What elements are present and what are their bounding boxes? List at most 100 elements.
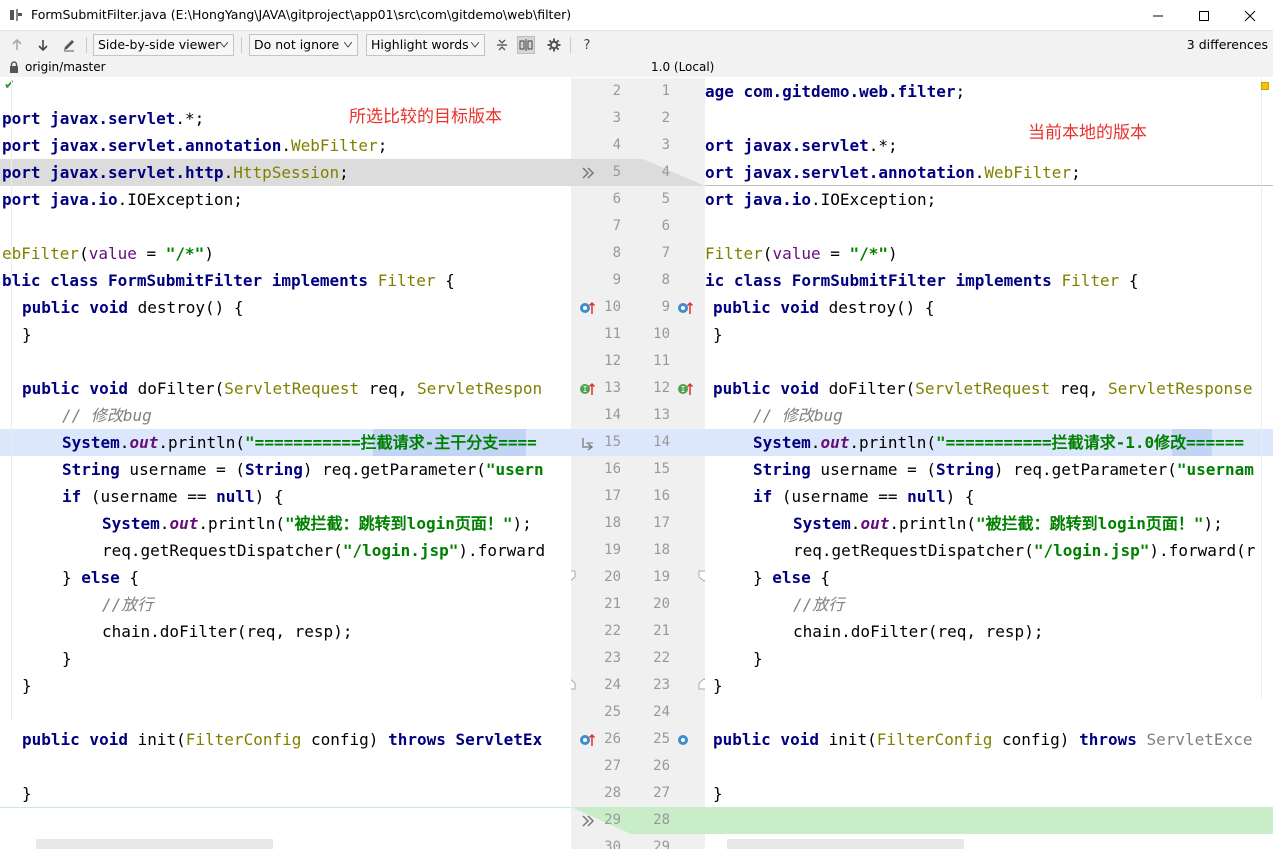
- override-method-icon[interactable]: [677, 732, 693, 748]
- code-line: String username = (String) req.getParame…: [62, 460, 544, 479]
- code-line: String username = (String) req.getParame…: [753, 460, 1254, 479]
- code-line: ort java.io.IOException;: [705, 190, 937, 209]
- difference-count: 3 differences: [1186, 37, 1268, 52]
- edit-icon[interactable]: [60, 36, 78, 54]
- code-line: public void doFilter(ServletRequest req,…: [713, 379, 1253, 398]
- apply-change-icon[interactable]: [580, 435, 596, 451]
- chevron-down-icon: [220, 42, 228, 48]
- code-line: System.out.println("被拦截：跳转到login页面！");: [102, 514, 532, 533]
- apply-change-icon[interactable]: [580, 165, 596, 181]
- code-line: public void destroy() {: [713, 298, 935, 317]
- fold-marker-icon[interactable]: [571, 570, 576, 582]
- code-line: System.out.println("===========拦截请求-1.0修…: [753, 433, 1244, 452]
- code-line: System.out.println("被拦截：跳转到login页面！");: [793, 514, 1223, 533]
- code-line: }: [22, 325, 32, 344]
- left-annotation: 所选比较的目标版本: [349, 107, 502, 127]
- fold-marker-icon[interactable]: [698, 678, 705, 690]
- code-line: req.getRequestDispatcher("/login.jsp").f…: [793, 541, 1256, 560]
- close-icon: [1244, 10, 1256, 21]
- added-line-highlight: [705, 807, 1273, 834]
- code-line: chain.doFilter(req, resp);: [102, 622, 353, 641]
- code-line: public void init(FilterConfig config) th…: [22, 730, 543, 749]
- code-line: // 修改bug: [62, 406, 152, 425]
- right-revision-label: 1.0 (Local): [651, 60, 715, 74]
- override-method-icon[interactable]: [677, 300, 693, 316]
- previous-difference-icon[interactable]: [8, 36, 26, 54]
- code-line: port javax.servlet.*;: [2, 109, 205, 128]
- code-line: //放行: [102, 595, 154, 614]
- code-line: } else {: [753, 568, 831, 587]
- chevron-down-icon: [344, 42, 352, 48]
- maximize-icon: [1199, 10, 1209, 21]
- horizontal-scrollbar[interactable]: [36, 839, 273, 849]
- sync-scroll-icon[interactable]: [517, 36, 535, 54]
- right-editor[interactable]: age com.gitdemo.web.filter; ort javax.se…: [705, 78, 1273, 849]
- code-line: }: [22, 784, 32, 803]
- lock-icon: [10, 61, 18, 73]
- code-line: Filter(value = "/*"): [705, 244, 898, 263]
- close-button[interactable]: [1227, 0, 1273, 31]
- left-editor[interactable]: ✔ port javax.servlet.*; port javax.servl…: [0, 78, 571, 849]
- toolbar-separator: [86, 37, 87, 53]
- toolbar-separator: [570, 37, 571, 53]
- code-line: }: [753, 649, 763, 668]
- minimize-icon: [1153, 15, 1163, 16]
- code-line: // 修改bug: [753, 406, 843, 425]
- next-difference-icon[interactable]: [34, 36, 52, 54]
- code-line: chain.doFilter(req, resp);: [793, 622, 1044, 641]
- whitespace-select[interactable]: Do not ignore: [249, 34, 358, 56]
- diff-gutter: 2 3 4 5 6 7 8 9 10 11 12 13 14 15 16 17 …: [571, 78, 705, 849]
- right-annotation: 当前本地的版本: [1028, 123, 1147, 143]
- viewer-mode-value: Side-by-side viewer: [98, 37, 221, 52]
- collapse-unchanged-icon[interactable]: [493, 36, 511, 54]
- override-method-icon[interactable]: [579, 732, 595, 748]
- code-line: port javax.servlet.http.HttpSession;: [2, 163, 349, 182]
- implement-method-icon[interactable]: I: [579, 381, 595, 397]
- code-line: port java.io.IOException;: [2, 190, 243, 209]
- code-line: ic class FormSubmitFilter implements Fil…: [705, 271, 1139, 290]
- code-line: }: [22, 676, 32, 695]
- diff-app-icon: [9, 8, 23, 22]
- code-line: ort javax.servlet.*;: [705, 136, 898, 155]
- code-line: } else {: [62, 568, 140, 587]
- apply-change-icon[interactable]: [580, 813, 596, 829]
- gear-icon[interactable]: [545, 36, 563, 54]
- code-line: public void doFilter(ServletRequest req,…: [22, 379, 543, 398]
- code-line: port javax.servlet.annotation.WebFilter;: [2, 136, 388, 155]
- code-line: }: [713, 676, 723, 695]
- code-line: }: [62, 649, 72, 668]
- help-button[interactable]: ?: [578, 36, 596, 54]
- whitespace-value: Do not ignore: [254, 37, 340, 52]
- title-bar: FormSubmitFilter.java (E:\HongYang\JAVA\…: [0, 0, 1273, 31]
- code-line: if (username == null) {: [753, 487, 975, 506]
- left-revision-label: origin/master: [25, 60, 106, 74]
- code-line: ort javax.servlet.annotation.WebFilter;: [705, 163, 1081, 182]
- fold-marker-icon[interactable]: [571, 678, 576, 690]
- code-line: }: [713, 784, 723, 803]
- code-line: }: [713, 325, 723, 344]
- toolbar-separator: [241, 37, 242, 53]
- highlight-select[interactable]: Highlight words: [366, 34, 485, 56]
- code-line: System.out.println("===========拦截请求-主干分支…: [62, 433, 537, 452]
- panel-header: origin/master 1.0 (Local): [0, 59, 1273, 77]
- svg-text:I: I: [681, 385, 686, 394]
- code-line: //放行: [793, 595, 845, 614]
- code-line: ebFilter(value = "/*"): [2, 244, 214, 263]
- code-line: age com.gitdemo.web.filter;: [705, 82, 966, 101]
- code-line: public void destroy() {: [22, 298, 244, 317]
- chevron-down-icon: [471, 42, 479, 48]
- vertical-scrollbar[interactable]: [1261, 78, 1273, 698]
- highlight-value: Highlight words: [371, 37, 469, 52]
- override-method-icon[interactable]: [579, 300, 595, 316]
- code-line: req.getRequestDispatcher("/login.jsp").f…: [102, 541, 546, 560]
- warning-marker[interactable]: [1261, 82, 1269, 90]
- minimize-button[interactable]: [1135, 0, 1181, 31]
- fold-marker-icon[interactable]: [698, 570, 705, 582]
- window-title: FormSubmitFilter.java (E:\HongYang\JAVA\…: [31, 7, 572, 22]
- maximize-button[interactable]: [1181, 0, 1227, 31]
- horizontal-scrollbar[interactable]: [727, 839, 964, 849]
- svg-text:I: I: [583, 385, 588, 394]
- viewer-mode-select[interactable]: Side-by-side viewer: [93, 34, 234, 56]
- implement-method-icon[interactable]: I: [677, 381, 693, 397]
- code-line: if (username == null) {: [62, 487, 284, 506]
